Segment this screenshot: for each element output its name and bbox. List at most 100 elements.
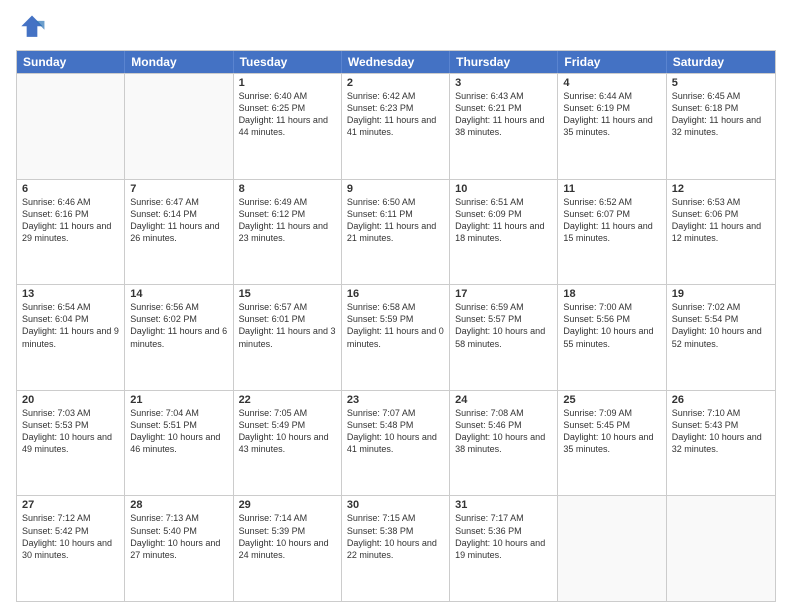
- cell-info: Sunrise: 6:54 AM Sunset: 6:04 PM Dayligh…: [22, 301, 119, 350]
- cell-info: Sunrise: 7:09 AM Sunset: 5:45 PM Dayligh…: [563, 407, 660, 456]
- cal-week-1: 6Sunrise: 6:46 AM Sunset: 6:16 PM Daylig…: [17, 179, 775, 285]
- day-number: 23: [347, 394, 444, 406]
- cal-cell: 12Sunrise: 6:53 AM Sunset: 6:06 PM Dayli…: [667, 180, 775, 285]
- day-number: 4: [563, 77, 660, 89]
- cal-cell: 20Sunrise: 7:03 AM Sunset: 5:53 PM Dayli…: [17, 391, 125, 496]
- cell-info: Sunrise: 7:15 AM Sunset: 5:38 PM Dayligh…: [347, 512, 444, 561]
- day-number: 29: [239, 499, 336, 511]
- cal-week-2: 13Sunrise: 6:54 AM Sunset: 6:04 PM Dayli…: [17, 284, 775, 390]
- cal-cell: 24Sunrise: 7:08 AM Sunset: 5:46 PM Dayli…: [450, 391, 558, 496]
- calendar-header-row: SundayMondayTuesdayWednesdayThursdayFrid…: [17, 51, 775, 73]
- cell-info: Sunrise: 7:04 AM Sunset: 5:51 PM Dayligh…: [130, 407, 227, 456]
- day-number: 2: [347, 77, 444, 89]
- day-number: 15: [239, 288, 336, 300]
- day-number: 9: [347, 183, 444, 195]
- cal-cell: 29Sunrise: 7:14 AM Sunset: 5:39 PM Dayli…: [234, 496, 342, 601]
- cal-cell: [17, 74, 125, 179]
- cell-info: Sunrise: 7:10 AM Sunset: 5:43 PM Dayligh…: [672, 407, 770, 456]
- cal-cell: 27Sunrise: 7:12 AM Sunset: 5:42 PM Dayli…: [17, 496, 125, 601]
- day-number: 19: [672, 288, 770, 300]
- cell-info: Sunrise: 7:00 AM Sunset: 5:56 PM Dayligh…: [563, 301, 660, 350]
- cal-cell: 26Sunrise: 7:10 AM Sunset: 5:43 PM Dayli…: [667, 391, 775, 496]
- day-number: 12: [672, 183, 770, 195]
- cell-info: Sunrise: 6:49 AM Sunset: 6:12 PM Dayligh…: [239, 196, 336, 245]
- day-number: 11: [563, 183, 660, 195]
- day-number: 10: [455, 183, 552, 195]
- calendar: SundayMondayTuesdayWednesdayThursdayFrid…: [16, 50, 776, 602]
- cal-cell: 23Sunrise: 7:07 AM Sunset: 5:48 PM Dayli…: [342, 391, 450, 496]
- cal-cell: 30Sunrise: 7:15 AM Sunset: 5:38 PM Dayli…: [342, 496, 450, 601]
- cal-cell: 19Sunrise: 7:02 AM Sunset: 5:54 PM Dayli…: [667, 285, 775, 390]
- cal-cell: 14Sunrise: 6:56 AM Sunset: 6:02 PM Dayli…: [125, 285, 233, 390]
- day-number: 30: [347, 499, 444, 511]
- cell-info: Sunrise: 6:47 AM Sunset: 6:14 PM Dayligh…: [130, 196, 227, 245]
- cal-cell: 31Sunrise: 7:17 AM Sunset: 5:36 PM Dayli…: [450, 496, 558, 601]
- cal-cell: 8Sunrise: 6:49 AM Sunset: 6:12 PM Daylig…: [234, 180, 342, 285]
- day-number: 28: [130, 499, 227, 511]
- cal-cell: 4Sunrise: 6:44 AM Sunset: 6:19 PM Daylig…: [558, 74, 666, 179]
- cal-cell: 21Sunrise: 7:04 AM Sunset: 5:51 PM Dayli…: [125, 391, 233, 496]
- cell-info: Sunrise: 6:56 AM Sunset: 6:02 PM Dayligh…: [130, 301, 227, 350]
- day-number: 31: [455, 499, 552, 511]
- calendar-body: 1Sunrise: 6:40 AM Sunset: 6:25 PM Daylig…: [17, 73, 775, 601]
- cal-cell: 1Sunrise: 6:40 AM Sunset: 6:25 PM Daylig…: [234, 74, 342, 179]
- cell-info: Sunrise: 7:08 AM Sunset: 5:46 PM Dayligh…: [455, 407, 552, 456]
- cal-cell: 3Sunrise: 6:43 AM Sunset: 6:21 PM Daylig…: [450, 74, 558, 179]
- day-number: 20: [22, 394, 119, 406]
- day-number: 6: [22, 183, 119, 195]
- cell-info: Sunrise: 6:45 AM Sunset: 6:18 PM Dayligh…: [672, 90, 770, 139]
- cell-info: Sunrise: 7:12 AM Sunset: 5:42 PM Dayligh…: [22, 512, 119, 561]
- cal-cell: 15Sunrise: 6:57 AM Sunset: 6:01 PM Dayli…: [234, 285, 342, 390]
- cal-cell: 18Sunrise: 7:00 AM Sunset: 5:56 PM Dayli…: [558, 285, 666, 390]
- day-number: 3: [455, 77, 552, 89]
- cell-info: Sunrise: 7:17 AM Sunset: 5:36 PM Dayligh…: [455, 512, 552, 561]
- cal-cell: 6Sunrise: 6:46 AM Sunset: 6:16 PM Daylig…: [17, 180, 125, 285]
- cell-info: Sunrise: 6:51 AM Sunset: 6:09 PM Dayligh…: [455, 196, 552, 245]
- day-number: 27: [22, 499, 119, 511]
- cal-header-sunday: Sunday: [17, 51, 125, 73]
- day-number: 5: [672, 77, 770, 89]
- cell-info: Sunrise: 7:03 AM Sunset: 5:53 PM Dayligh…: [22, 407, 119, 456]
- day-number: 21: [130, 394, 227, 406]
- cal-cell: 25Sunrise: 7:09 AM Sunset: 5:45 PM Dayli…: [558, 391, 666, 496]
- cal-cell: [125, 74, 233, 179]
- cell-info: Sunrise: 7:14 AM Sunset: 5:39 PM Dayligh…: [239, 512, 336, 561]
- cell-info: Sunrise: 6:52 AM Sunset: 6:07 PM Dayligh…: [563, 196, 660, 245]
- cal-header-wednesday: Wednesday: [342, 51, 450, 73]
- cell-info: Sunrise: 7:13 AM Sunset: 5:40 PM Dayligh…: [130, 512, 227, 561]
- cell-info: Sunrise: 7:05 AM Sunset: 5:49 PM Dayligh…: [239, 407, 336, 456]
- header: [16, 12, 776, 44]
- day-number: 14: [130, 288, 227, 300]
- cell-info: Sunrise: 6:42 AM Sunset: 6:23 PM Dayligh…: [347, 90, 444, 139]
- day-number: 24: [455, 394, 552, 406]
- cell-info: Sunrise: 6:58 AM Sunset: 5:59 PM Dayligh…: [347, 301, 444, 350]
- page: SundayMondayTuesdayWednesdayThursdayFrid…: [0, 0, 792, 612]
- cal-cell: 11Sunrise: 6:52 AM Sunset: 6:07 PM Dayli…: [558, 180, 666, 285]
- cal-cell: 2Sunrise: 6:42 AM Sunset: 6:23 PM Daylig…: [342, 74, 450, 179]
- cell-info: Sunrise: 7:07 AM Sunset: 5:48 PM Dayligh…: [347, 407, 444, 456]
- cal-cell: 16Sunrise: 6:58 AM Sunset: 5:59 PM Dayli…: [342, 285, 450, 390]
- cal-cell: 9Sunrise: 6:50 AM Sunset: 6:11 PM Daylig…: [342, 180, 450, 285]
- cell-info: Sunrise: 6:57 AM Sunset: 6:01 PM Dayligh…: [239, 301, 336, 350]
- cal-week-0: 1Sunrise: 6:40 AM Sunset: 6:25 PM Daylig…: [17, 73, 775, 179]
- cal-cell: 28Sunrise: 7:13 AM Sunset: 5:40 PM Dayli…: [125, 496, 233, 601]
- cell-info: Sunrise: 6:50 AM Sunset: 6:11 PM Dayligh…: [347, 196, 444, 245]
- day-number: 13: [22, 288, 119, 300]
- day-number: 26: [672, 394, 770, 406]
- cell-info: Sunrise: 6:59 AM Sunset: 5:57 PM Dayligh…: [455, 301, 552, 350]
- day-number: 18: [563, 288, 660, 300]
- day-number: 7: [130, 183, 227, 195]
- day-number: 22: [239, 394, 336, 406]
- cal-cell: 13Sunrise: 6:54 AM Sunset: 6:04 PM Dayli…: [17, 285, 125, 390]
- logo-icon: [16, 12, 48, 44]
- cal-header-friday: Friday: [558, 51, 666, 73]
- day-number: 8: [239, 183, 336, 195]
- day-number: 25: [563, 394, 660, 406]
- cell-info: Sunrise: 6:44 AM Sunset: 6:19 PM Dayligh…: [563, 90, 660, 139]
- cal-week-4: 27Sunrise: 7:12 AM Sunset: 5:42 PM Dayli…: [17, 495, 775, 601]
- cell-info: Sunrise: 6:46 AM Sunset: 6:16 PM Dayligh…: [22, 196, 119, 245]
- cal-cell: 7Sunrise: 6:47 AM Sunset: 6:14 PM Daylig…: [125, 180, 233, 285]
- day-number: 1: [239, 77, 336, 89]
- cal-cell: 17Sunrise: 6:59 AM Sunset: 5:57 PM Dayli…: [450, 285, 558, 390]
- day-number: 17: [455, 288, 552, 300]
